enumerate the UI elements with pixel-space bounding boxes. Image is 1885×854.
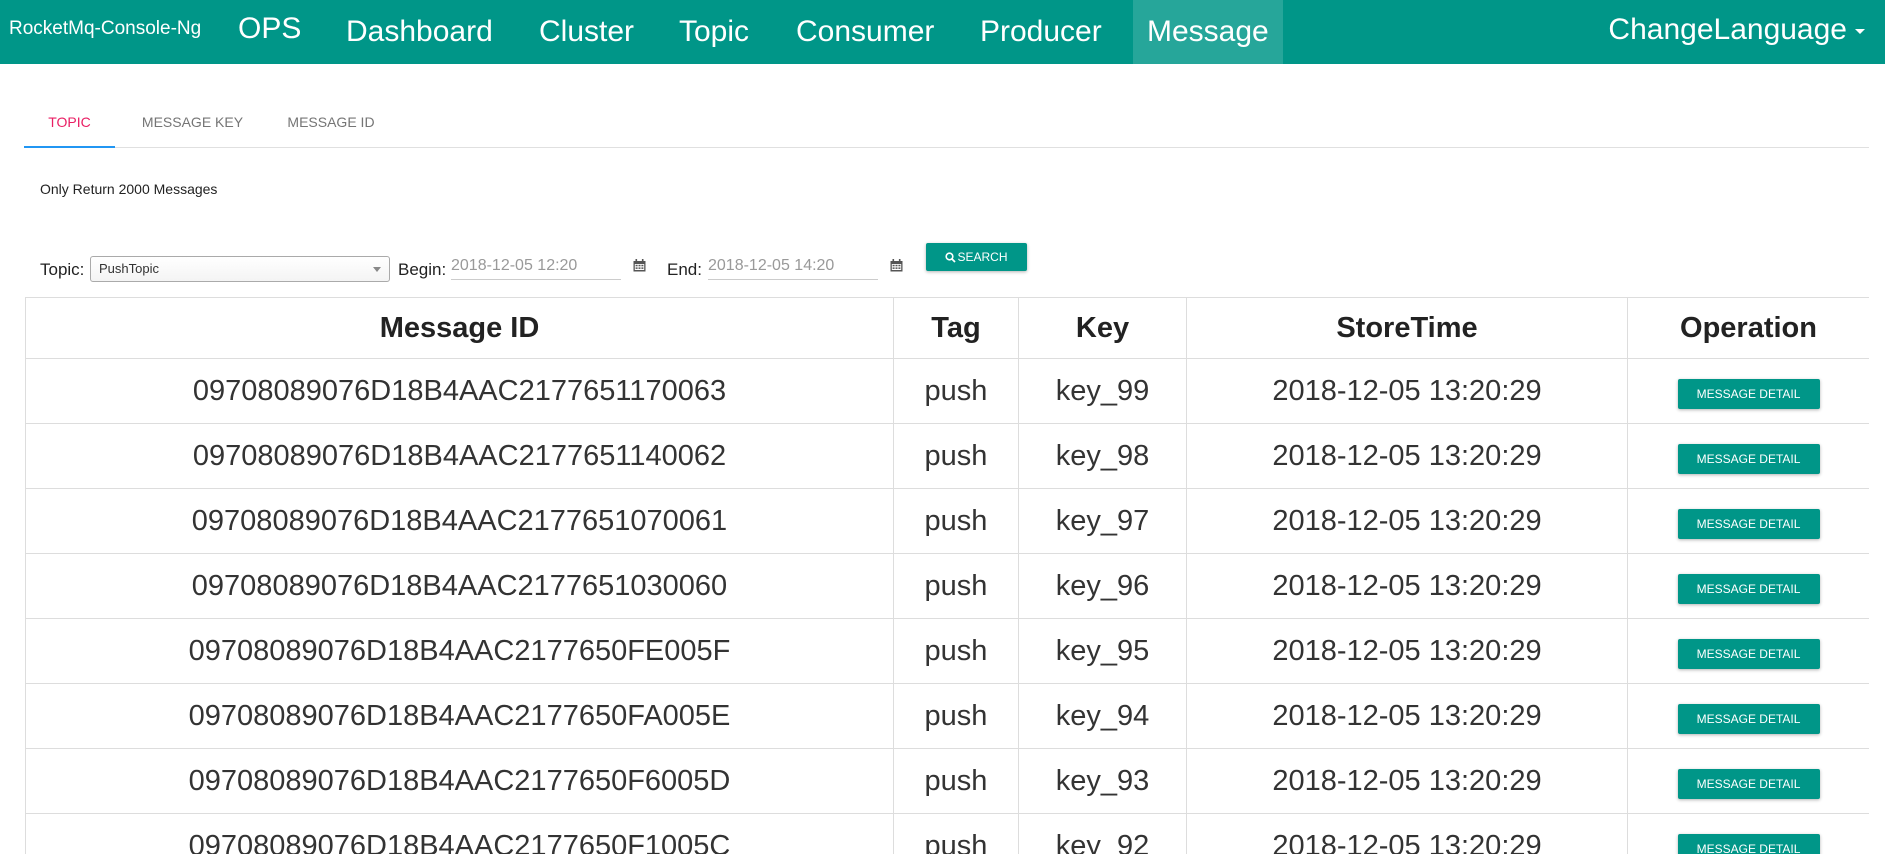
key-cell: key_94 — [1018, 683, 1187, 749]
key-cell: key_95 — [1018, 618, 1187, 684]
nav-cluster[interactable]: Cluster — [525, 0, 648, 64]
key-cell: key_99 — [1018, 358, 1187, 424]
storetime-cell: 2018-12-05 13:20:29 — [1186, 748, 1628, 814]
dropdown-arrow-icon — [373, 267, 381, 272]
topic-label: Topic: — [40, 260, 85, 279]
table-row: 09708089076D18B4AAC2177650FA005E push ke… — [25, 683, 1869, 749]
column-header-storetime: StoreTime — [1186, 297, 1628, 359]
message-detail-button[interactable]: MESSAGE DETAIL — [1677, 769, 1820, 799]
table-row: 09708089076D18B4AAC2177650F6005D push ke… — [25, 748, 1869, 814]
storetime-cell: 2018-12-05 13:20:29 — [1186, 358, 1628, 424]
table-row: 09708089076D18B4AAC2177650F1005C push ke… — [25, 813, 1869, 854]
table-row: 09708089076D18B4AAC2177651030060 push ke… — [25, 553, 1869, 619]
result-limit-notice: Only Return 2000 Messages — [40, 181, 218, 197]
begin-date-input[interactable] — [451, 252, 621, 280]
message-id-cell: 09708089076D18B4AAC2177651030060 — [25, 553, 894, 619]
nav-dashboard[interactable]: Dashboard — [332, 0, 507, 64]
tab-message-key[interactable]: MESSAGE KEY — [134, 100, 251, 148]
storetime-cell: 2018-12-05 13:20:29 — [1186, 488, 1628, 554]
message-detail-button[interactable]: MESSAGE DETAIL — [1677, 379, 1820, 409]
table-row: 09708089076D18B4AAC2177651070061 push ke… — [25, 488, 1869, 554]
table-row: 09708089076D18B4AAC2177651140062 push ke… — [25, 423, 1869, 489]
message-id-cell: 09708089076D18B4AAC2177651070061 — [25, 488, 894, 554]
topic-select-value: PushTopic — [99, 261, 159, 276]
tag-cell: push — [893, 423, 1019, 489]
operation-cell: MESSAGE DETAIL — [1627, 553, 1869, 619]
brand-title[interactable]: RocketMq-Console-Ng — [9, 18, 201, 40]
operation-cell: MESSAGE DETAIL — [1627, 423, 1869, 489]
operation-cell: MESSAGE DETAIL — [1627, 488, 1869, 554]
storetime-cell: 2018-12-05 13:20:29 — [1186, 423, 1628, 489]
message-id-cell: 09708089076D18B4AAC2177650F6005D — [25, 748, 894, 814]
operation-cell: MESSAGE DETAIL — [1627, 358, 1869, 424]
storetime-cell: 2018-12-05 13:20:29 — [1186, 813, 1628, 854]
table-row: 09708089076D18B4AAC2177650FE005F push ke… — [25, 618, 1869, 684]
tab-active-indicator — [24, 146, 115, 148]
key-cell: key_98 — [1018, 423, 1187, 489]
column-header-key: Key — [1018, 297, 1187, 359]
tag-cell: push — [893, 488, 1019, 554]
operation-cell: MESSAGE DETAIL — [1627, 748, 1869, 814]
message-id-cell: 09708089076D18B4AAC2177651170063 — [25, 358, 894, 424]
operation-cell: MESSAGE DETAIL — [1627, 618, 1869, 684]
tag-cell: push — [893, 618, 1019, 684]
nav-consumer[interactable]: Consumer — [782, 0, 948, 64]
begin-label: Begin: — [398, 260, 447, 279]
message-id-cell: 09708089076D18B4AAC2177650F1005C — [25, 813, 894, 854]
tab-message-id[interactable]: MESSAGE ID — [282, 100, 380, 148]
change-language-label: ChangeLanguage — [1608, 13, 1847, 46]
message-id-cell: 09708089076D18B4AAC2177651140062 — [25, 423, 894, 489]
column-header-message-id: Message ID — [25, 297, 894, 359]
nav-topic[interactable]: Topic — [665, 0, 763, 64]
tag-cell: push — [893, 358, 1019, 424]
message-table: Message ID Tag Key StoreTime Operation 0… — [25, 297, 1869, 854]
operation-cell: MESSAGE DETAIL — [1627, 683, 1869, 749]
tag-cell: push — [893, 553, 1019, 619]
key-cell: key_93 — [1018, 748, 1187, 814]
nav-ops[interactable]: OPS — [224, 0, 315, 64]
table-header-row: Message ID Tag Key StoreTime Operation — [25, 297, 1869, 359]
storetime-cell: 2018-12-05 13:20:29 — [1186, 618, 1628, 684]
nav-producer[interactable]: Producer — [966, 0, 1116, 64]
topic-select[interactable]: PushTopic — [90, 256, 390, 282]
query-tabs: TOPIC MESSAGE KEY MESSAGE ID — [24, 100, 1869, 148]
storetime-cell: 2018-12-05 13:20:29 — [1186, 553, 1628, 619]
message-id-cell: 09708089076D18B4AAC2177650FE005F — [25, 618, 894, 684]
search-icon — [945, 252, 957, 263]
message-detail-button[interactable]: MESSAGE DETAIL — [1677, 704, 1820, 734]
top-navbar: RocketMq-Console-Ng OPS Dashboard Cluste… — [0, 0, 1885, 64]
key-cell: key_96 — [1018, 553, 1187, 619]
operation-cell: MESSAGE DETAIL — [1627, 813, 1869, 854]
key-cell: key_92 — [1018, 813, 1187, 854]
end-label: End: — [667, 260, 702, 279]
tab-topic[interactable]: TOPIC — [24, 100, 115, 148]
message-table-container: Message ID Tag Key StoreTime Operation 0… — [25, 297, 1869, 854]
calendar-icon[interactable] — [633, 259, 646, 272]
calendar-icon[interactable] — [890, 259, 903, 272]
caret-down-icon — [1855, 28, 1865, 34]
message-detail-button[interactable]: MESSAGE DETAIL — [1677, 509, 1820, 539]
search-button-label: SEARCH — [957, 250, 1008, 264]
key-cell: key_97 — [1018, 488, 1187, 554]
column-header-tag: Tag — [893, 297, 1019, 359]
message-detail-button[interactable]: MESSAGE DETAIL — [1677, 574, 1820, 604]
message-id-cell: 09708089076D18B4AAC2177650FA005E — [25, 683, 894, 749]
tag-cell: push — [893, 683, 1019, 749]
column-header-operation: Operation — [1627, 297, 1869, 359]
tag-cell: push — [893, 748, 1019, 814]
table-row: 09708089076D18B4AAC2177651170063 push ke… — [25, 358, 1869, 424]
nav-message[interactable]: Message — [1133, 0, 1283, 64]
message-detail-button[interactable]: MESSAGE DETAIL — [1677, 639, 1820, 669]
message-detail-button[interactable]: MESSAGE DETAIL — [1677, 834, 1820, 854]
end-date-input[interactable] — [708, 252, 878, 280]
change-language-dropdown[interactable]: ChangeLanguage — [1608, 0, 1865, 60]
tag-cell: push — [893, 813, 1019, 854]
storetime-cell: 2018-12-05 13:20:29 — [1186, 683, 1628, 749]
search-button[interactable]: SEARCH — [926, 243, 1027, 271]
message-detail-button[interactable]: MESSAGE DETAIL — [1677, 444, 1820, 474]
